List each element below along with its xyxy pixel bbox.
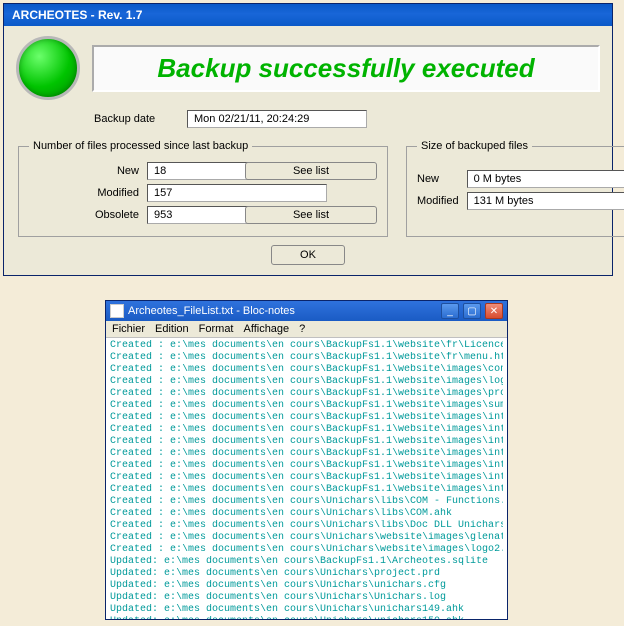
log-line: Created : e:\mes documents\en cours\Back… (110, 364, 503, 376)
log-line: Updated: e:\mes documents\en cours\Backu… (110, 556, 503, 568)
notepad-text-area[interactable]: Created : e:\mes documents\en cours\Back… (106, 338, 507, 619)
log-line: Created : e:\mes documents\en cours\Back… (110, 388, 503, 400)
size-modified-label: Modified (417, 195, 459, 207)
processed-group: Number of files processed since last bac… (18, 140, 388, 237)
see-list-new-button[interactable]: See list (245, 162, 377, 180)
notepad-icon (110, 304, 124, 318)
log-line: Updated: e:\mes documents\en cours\Unich… (110, 568, 503, 580)
status-banner: Backup successfully executed (92, 45, 600, 92)
log-line: Created : e:\mes documents\en cours\Back… (110, 340, 503, 352)
modified-label: Modified (29, 187, 139, 199)
log-line: Created : e:\mes documents\en cours\Unic… (110, 496, 503, 508)
size-modified-value: 131 M bytes (467, 192, 624, 210)
menu-item[interactable]: Edition (155, 323, 189, 335)
dialog-titlebar[interactable]: ARCHEOTES - Rev. 1.7 (4, 4, 612, 26)
notepad-window: Archeotes_FileList.txt - Bloc-notes _ ▢ … (105, 300, 508, 620)
log-line: Created : e:\mes documents\en cours\Unic… (110, 532, 503, 544)
log-line: Updated: e:\mes documents\en cours\Unich… (110, 604, 503, 616)
log-line: Updated: e:\mes documents\en cours\Unich… (110, 592, 503, 604)
obsolete-label: Obsolete (29, 209, 139, 221)
menu-item[interactable]: ? (299, 323, 305, 335)
menu-item[interactable]: Format (199, 323, 234, 335)
log-line: Updated: e:\mes documents\en cours\Unich… (110, 580, 503, 592)
close-button[interactable]: ✕ (485, 303, 503, 319)
status-banner-text: Backup successfully executed (157, 53, 534, 83)
size-legend: Size of backuped files (417, 140, 532, 152)
processed-legend: Number of files processed since last bac… (29, 140, 252, 152)
log-line: Created : e:\mes documents\en cours\Back… (110, 424, 503, 436)
log-line: Created : e:\mes documents\en cours\Unic… (110, 544, 503, 556)
notepad-titlebar[interactable]: Archeotes_FileList.txt - Bloc-notes _ ▢ … (106, 301, 507, 321)
log-line: Created : e:\mes documents\en cours\Unic… (110, 508, 503, 520)
minimize-button[interactable]: _ (441, 303, 459, 319)
dialog-title: ARCHEOTES - Rev. 1.7 (12, 8, 142, 22)
log-line: Created : e:\mes documents\en cours\Back… (110, 400, 503, 412)
log-line: Created : e:\mes documents\en cours\Back… (110, 376, 503, 388)
menu-item[interactable]: Fichier (112, 323, 145, 335)
size-new-label: New (417, 173, 459, 185)
log-line: Created : e:\mes documents\en cours\Back… (110, 352, 503, 364)
size-group: Size of backuped files New 0 M bytes Mod… (406, 140, 624, 237)
log-line: Created : e:\mes documents\en cours\Back… (110, 472, 503, 484)
log-line: Updated: e:\mes documents\en cours\Unich… (110, 616, 503, 619)
log-line: Created : e:\mes documents\en cours\Unic… (110, 520, 503, 532)
see-list-obsolete-button[interactable]: See list (245, 206, 377, 224)
status-led-icon (16, 36, 80, 100)
archeotes-dialog: ARCHEOTES - Rev. 1.7 Backup successfully… (3, 3, 613, 276)
backup-date-label: Backup date (94, 113, 179, 125)
log-line: Created : e:\mes documents\en cours\Back… (110, 460, 503, 472)
log-line: Created : e:\mes documents\en cours\Back… (110, 448, 503, 460)
notepad-menubar[interactable]: Fichier Edition Format Affichage? (106, 321, 507, 338)
menu-item[interactable]: Affichage (244, 323, 290, 335)
backup-date-value: Mon 02/21/11, 20:24:29 (187, 110, 367, 128)
new-label: New (29, 165, 139, 177)
dialog-body: Backup successfully executed Backup date… (4, 26, 612, 275)
log-line: Created : e:\mes documents\en cours\Back… (110, 436, 503, 448)
notepad-title: Archeotes_FileList.txt - Bloc-notes (128, 305, 437, 317)
log-line: Created : e:\mes documents\en cours\Back… (110, 484, 503, 496)
modified-value: 157 (147, 184, 327, 202)
maximize-button[interactable]: ▢ (463, 303, 481, 319)
ok-button[interactable]: OK (271, 245, 345, 265)
size-new-value: 0 M bytes (467, 170, 624, 188)
log-line: Created : e:\mes documents\en cours\Back… (110, 412, 503, 424)
